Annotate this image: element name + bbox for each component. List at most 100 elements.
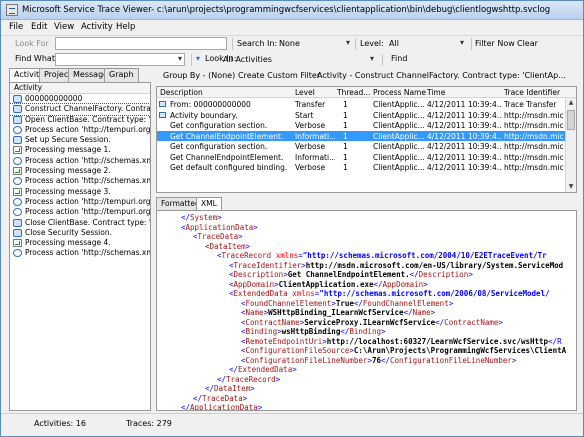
menu-file[interactable]: File	[9, 22, 23, 32]
column-thread[interactable]: Thread...	[337, 88, 370, 97]
menu-help[interactable]: Help	[116, 22, 135, 32]
trace-cell-trace: http://msdn.micro...	[504, 131, 564, 141]
trace-cell-trace: http://msdn.micro...	[504, 152, 564, 162]
activity-item[interactable]: Processing message 4.	[10, 238, 150, 248]
search-in-dropdown[interactable]: None	[275, 37, 353, 50]
activity-item[interactable]: 000000000000	[10, 94, 150, 104]
xml-token: >	[292, 365, 297, 374]
scroll-up-icon[interactable]: ▲	[567, 99, 575, 107]
xml-token: >	[430, 308, 436, 317]
xml-token: Get ChannelEndpointElement.	[287, 270, 410, 279]
activity-item[interactable]: Processing message 2.	[10, 166, 150, 176]
trace-row[interactable]: Get ChannelEndpointElement. Informati... 1…	[157, 130, 565, 141]
activity-list-header[interactable]: Activity	[10, 83, 150, 94]
tab-xml[interactable]: XML	[196, 197, 222, 210]
xml-token: </	[229, 365, 239, 374]
activity-item[interactable]: Process action 'http://tempuri.org/ILea	[10, 125, 150, 135]
activity-item-icon	[13, 115, 22, 124]
xml-token: Name	[245, 308, 264, 317]
xml-line: <ConfigurationFileSource>C:\Arun\Project…	[241, 346, 566, 356]
activity-item[interactable]: Processing message 1.	[10, 145, 150, 155]
activity-item[interactable]: Process action 'http://tempuri.org/ILea	[10, 207, 150, 217]
xml-token: Binding	[245, 327, 278, 336]
activity-item[interactable]: Process action 'http://schemas.xmlsoa	[10, 176, 150, 186]
activity-item[interactable]: Process action 'http://schemas.xmlsoa	[10, 156, 150, 166]
menu-activity[interactable]: Activity	[81, 22, 113, 32]
find-what-input[interactable]	[55, 53, 185, 66]
activity-item[interactable]: Processing message 3.	[10, 187, 150, 197]
trace-cell-thread: 1	[343, 131, 348, 141]
trace-row[interactable]: Get default configured binding. Verbose 1 C…	[157, 162, 565, 173]
xml-token: </	[193, 393, 203, 403]
activity-item-label: 000000000000	[25, 94, 83, 103]
toolbar-separator	[471, 38, 472, 50]
look-in-dropdown[interactable]: All Activities	[219, 53, 377, 66]
xml-line: </TraceRecord>	[217, 375, 280, 385]
activity-item-label: Process action 'http://schemas.xmlsoa	[25, 176, 150, 186]
menu-edit[interactable]: Edit	[31, 22, 47, 32]
tab-graph[interactable]: Graph	[104, 68, 139, 82]
xml-line: <FoundChannelElement>True</FoundChannelE…	[241, 299, 453, 309]
activity-item-label: Processing message 2.	[25, 166, 111, 176]
activity-item-icon	[13, 167, 22, 176]
column-time[interactable]: Time	[427, 88, 445, 97]
activity-item[interactable]: Set up Secure Session.	[10, 135, 150, 145]
title-bar[interactable]: Microsoft Service Trace Viewer- c:\arun\…	[1, 1, 583, 20]
clear-button[interactable]: Clear	[517, 39, 538, 48]
xml-token: WSHttpBinding_ILearnWcfService	[268, 308, 404, 317]
activity-item-icon	[13, 105, 22, 114]
xml-token: FoundChannelElement	[362, 298, 449, 308]
activity-item[interactable]: Process action 'http://schemas.xmlsoa	[10, 248, 150, 258]
trace-row[interactable]: Get ChannelEndpointElement. Informati... 1…	[157, 152, 565, 163]
scroll-down-icon[interactable]: ▼	[567, 183, 575, 191]
xml-token: Binding	[349, 327, 381, 336]
xml-token: >	[380, 327, 386, 336]
xml-token: >	[242, 393, 248, 403]
trace-row[interactable]: Get configuration section. Verbose 1 Client…	[157, 120, 565, 131]
xml-token: FoundChannelElement	[245, 298, 332, 308]
filter-now-button[interactable]: Filter Now	[475, 39, 515, 48]
trace-grid-scrollbar[interactable]: ▲ ▼	[565, 98, 576, 192]
activity-item[interactable]: Close ClientBase. Contract type: 'Client…	[10, 218, 150, 228]
xml-line: <TraceIdentifier>http://msdn.microsoft.c…	[229, 261, 563, 271]
create-custom-filter-button[interactable]: Create Custom Filter	[238, 71, 320, 80]
level-dropdown[interactable]: All	[385, 37, 467, 50]
window-title: Microsoft Service Trace Viewer- c:\arun\…	[22, 5, 551, 15]
traces-count: Traces: 279	[126, 419, 172, 428]
activity-item[interactable]: Open ClientBase. Contract type: 'Client.	[10, 115, 150, 125]
xml-view[interactable]: </System> <ApplicationData> <TraceData> <Da…	[156, 210, 577, 411]
trace-cell-level: Verbose	[295, 142, 326, 151]
xml-token: http://localhost:60327/LearnWcfService.s…	[326, 336, 549, 346]
trace-cell-desc: Get ChannelEndpointElement.	[170, 152, 284, 162]
find-button[interactable]: Find	[391, 54, 407, 63]
menu-view[interactable]: View	[54, 22, 74, 32]
activity-item-label: Open ClientBase. Contract type: 'Client.	[25, 114, 150, 124]
xml-token: ApplicationData	[185, 222, 254, 232]
xml-token: >	[257, 403, 263, 411]
group-by-button[interactable]: Group By - (None)	[163, 71, 235, 80]
xml-token: ClientApplication.exe	[278, 279, 374, 289]
look-for-input[interactable]	[55, 37, 227, 50]
trace-row[interactable]: From: 000000000000 Transfer 1 ClientApplic.…	[157, 99, 565, 110]
trace-cell-thread: 1	[343, 100, 348, 109]
xml-token: >	[511, 355, 517, 365]
column-description[interactable]: Description	[160, 88, 203, 97]
trace-row[interactable]: Get configuration section. Verbose 1 Client…	[157, 141, 565, 152]
trace-cell-level: Verbose	[295, 121, 326, 130]
activity-item[interactable]: Construct ChannelFactory. Contract typ	[10, 103, 150, 116]
xml-line: </TraceData>	[193, 394, 247, 404]
xml-token: http://msdn.microsoft.com/en-US/library/…	[305, 260, 564, 270]
column-process-name[interactable]: Process Name	[373, 88, 426, 97]
xml-token: ContractName	[444, 317, 499, 327]
column-trace-identifier[interactable]: Trace Identifier	[504, 88, 560, 97]
xml-token: "http://schemas.microsoft.com/2004/10/E2…	[302, 251, 547, 260]
scroll-thumb[interactable]	[567, 110, 575, 130]
toolbar-separator	[355, 38, 356, 50]
activity-item[interactable]: Close Security Session.	[10, 228, 150, 238]
trace-cell-trace: http://msdn.micro...	[504, 110, 564, 120]
trace-row[interactable]: Activity boundary. Start 1 ClientApplic... 4…	[157, 110, 565, 121]
column-level[interactable]: Level	[295, 88, 315, 97]
activity-item-label: Processing message 4.	[25, 238, 111, 248]
activity-item[interactable]: Process action 'http://tempuri.org/ILea	[10, 197, 150, 207]
xml-token: ContractName	[245, 317, 300, 327]
